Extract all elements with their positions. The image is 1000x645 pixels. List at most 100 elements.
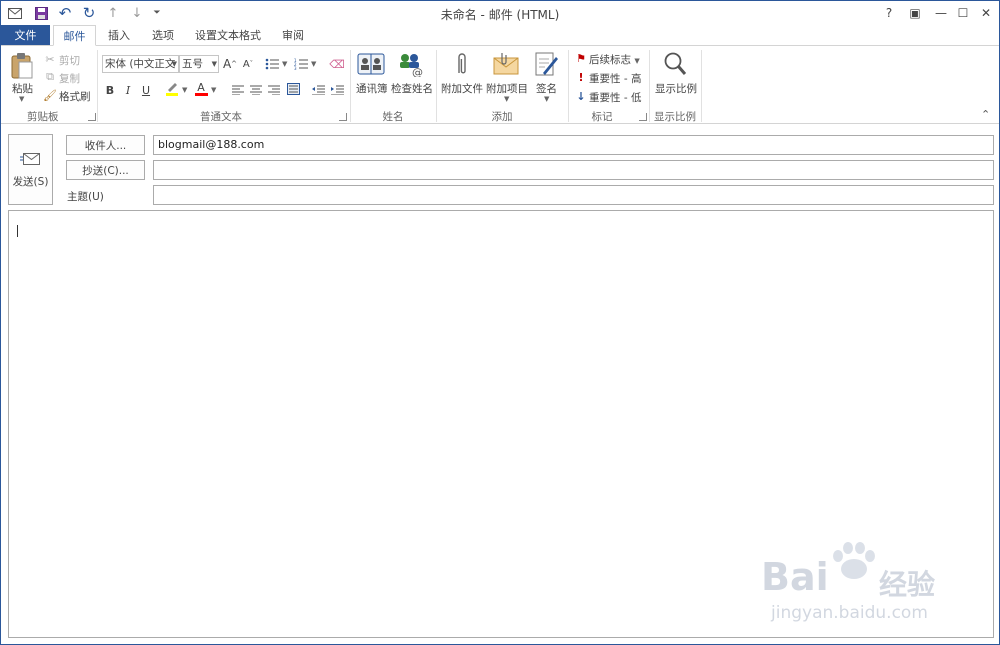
paste-dropdown-icon[interactable]: ▼ (19, 95, 24, 103)
copy-label[interactable]: 复制 (59, 71, 80, 86)
maximize-button[interactable]: ☐ (951, 4, 975, 22)
low-importance-icon[interactable]: ↓ (573, 88, 589, 104)
send-label: 发送(S) (12, 176, 49, 188)
attach-item-icon[interactable] (493, 52, 519, 76)
tab-message[interactable]: 邮件 (53, 25, 96, 46)
names-group-label: 姓名 (382, 111, 404, 123)
address-book-icon[interactable] (357, 51, 385, 77)
zoom-group-label: 显示比例 (654, 111, 696, 123)
bullets-dropdown-icon[interactable]: ▼ (282, 60, 287, 68)
cut-icon[interactable]: ✂ (42, 51, 58, 67)
justify-icon[interactable] (285, 81, 301, 97)
highlight-icon[interactable] (164, 81, 180, 97)
clipboard-launcher-icon[interactable] (88, 113, 96, 121)
underline-button[interactable]: U (138, 82, 154, 98)
align-left-icon[interactable] (230, 82, 246, 98)
align-right-icon[interactable] (266, 82, 282, 98)
close-button[interactable]: ✕ (974, 4, 998, 22)
cc-button[interactable]: 抄送(C)... (66, 160, 145, 180)
title-bar: ↶ ↻ ↑ ↓ ⏷ 未命名 - 邮件 (HTML) ? ▣ — ☐ ✕ (1, 1, 999, 25)
attach-file-label[interactable]: 附加文件 (441, 81, 483, 96)
high-importance-label[interactable]: 重要性 - 高 (589, 71, 641, 86)
include-group-label: 添加 (491, 111, 513, 123)
tab-file[interactable]: 文件 (1, 25, 50, 45)
numbering-icon[interactable]: 123 (293, 56, 309, 72)
clipboard-group-label: 剪贴板 (27, 111, 59, 123)
watermark-brand: Bai (761, 555, 829, 599)
window-title: 未命名 - 邮件 (HTML) (440, 8, 560, 22)
tab-review[interactable]: 审阅 (275, 25, 311, 45)
to-button[interactable]: 收件人... (66, 135, 145, 155)
cut-label[interactable]: 剪切 (59, 53, 80, 68)
help-button[interactable]: ? (877, 4, 901, 22)
chevron-down-icon: ▼ (171, 60, 177, 68)
bold-button[interactable]: B (102, 82, 118, 98)
zoom-icon[interactable] (663, 51, 687, 77)
watermark-url: jingyan.baidu.com (771, 603, 928, 623)
basic-text-launcher-icon[interactable] (339, 113, 347, 121)
copy-icon[interactable]: ⧉ (42, 69, 58, 85)
cc-field[interactable] (153, 160, 994, 180)
grow-font-icon[interactable]: A ^ (222, 56, 238, 72)
tab-format-text[interactable]: 设置文本格式 (191, 25, 265, 45)
signature-icon[interactable] (535, 51, 559, 77)
ribbon-tabs: 文件 邮件 插入 选项 设置文本格式 审阅 (1, 25, 999, 46)
attach-item-label[interactable]: 附加项目 (486, 81, 528, 96)
flag-icon[interactable]: ⚑ (573, 50, 589, 66)
check-names-icon[interactable]: @ (397, 51, 425, 79)
to-field[interactable]: blogmail@188.com (153, 135, 994, 155)
increase-indent-icon[interactable] (329, 82, 345, 98)
shrink-font-icon[interactable]: Aˇ (240, 56, 256, 72)
send-icon (19, 153, 40, 165)
format-painter-icon[interactable]: 🖌 (42, 87, 58, 103)
group-divider (701, 50, 702, 122)
high-importance-icon[interactable]: ! (573, 69, 589, 85)
font-name-value: 宋体 (中文正文 (105, 58, 176, 70)
font-size-combo[interactable]: 五号 ▼ (179, 55, 219, 73)
highlight-dropdown-icon[interactable]: ▼ (182, 86, 187, 94)
collapse-ribbon-icon[interactable]: ⌃ (981, 108, 990, 121)
attach-item-dropdown-icon[interactable]: ▼ (504, 95, 509, 103)
ribbon-display-options-button[interactable]: ▣ (903, 4, 927, 22)
tags-group-label: 标记 (591, 111, 613, 123)
bullets-icon[interactable] (264, 56, 280, 72)
decrease-indent-icon[interactable] (310, 82, 326, 98)
font-color-icon[interactable]: A (193, 81, 209, 97)
check-names-label[interactable]: 检查姓名 (391, 81, 433, 96)
font-name-combo[interactable]: 宋体 (中文正文 ▼ (102, 55, 179, 73)
format-painter-label[interactable]: 格式刷 (59, 89, 91, 104)
italic-button[interactable]: I (120, 82, 136, 98)
group-divider (649, 50, 650, 122)
font-color-dropdown-icon[interactable]: ▼ (211, 86, 216, 94)
tab-options[interactable]: 选项 (145, 25, 181, 45)
text-caret (17, 225, 18, 237)
watermark-brand-tail: 经验 (879, 568, 936, 601)
follow-up-label[interactable]: 后续标志 ▼ (589, 52, 640, 67)
send-button[interactable]: 发送(S) (8, 134, 53, 205)
address-book-label[interactable]: 通讯簿 (356, 81, 388, 96)
paperclip-icon[interactable] (455, 51, 469, 77)
subject-field[interactable] (153, 185, 994, 205)
minimize-button[interactable]: — (929, 4, 953, 22)
paste-icon[interactable] (10, 52, 34, 80)
align-center-icon[interactable] (248, 82, 264, 98)
tab-insert[interactable]: 插入 (101, 25, 137, 45)
baidu-jingyan-watermark: Bai 经验 jingyan.baidu.com (761, 541, 961, 631)
paste-button-label[interactable]: 粘贴 (12, 81, 33, 96)
subject-label: 主题(U) (67, 191, 104, 203)
numbering-dropdown-icon[interactable]: ▼ (311, 60, 316, 68)
paw-logo-icon (833, 542, 875, 579)
clear-formatting-icon[interactable]: ⌫ (329, 56, 345, 72)
svg-text:@: @ (412, 66, 423, 77)
signature-label[interactable]: 签名 (536, 81, 557, 96)
chevron-down-icon: ▼ (211, 60, 217, 68)
low-importance-label[interactable]: 重要性 - 低 (589, 90, 641, 105)
signature-dropdown-icon[interactable]: ▼ (544, 95, 549, 103)
tags-launcher-icon[interactable] (639, 113, 647, 121)
svg-text:3: 3 (294, 66, 297, 70)
zoom-label[interactable]: 显示比例 (655, 81, 697, 96)
font-size-value: 五号 (182, 58, 203, 70)
basic-text-group-label: 普通文本 (200, 111, 242, 123)
ribbon: 粘贴 ▼ ✂ 剪切 ⧉ 复制 🖌 格式刷 剪贴板 宋体 (中文正文 ▼ 五号 ▼… (1, 45, 999, 124)
outlook-message-window: ↶ ↻ ↑ ↓ ⏷ 未命名 - 邮件 (HTML) ? ▣ — ☐ ✕ 文件 邮… (0, 0, 1000, 645)
